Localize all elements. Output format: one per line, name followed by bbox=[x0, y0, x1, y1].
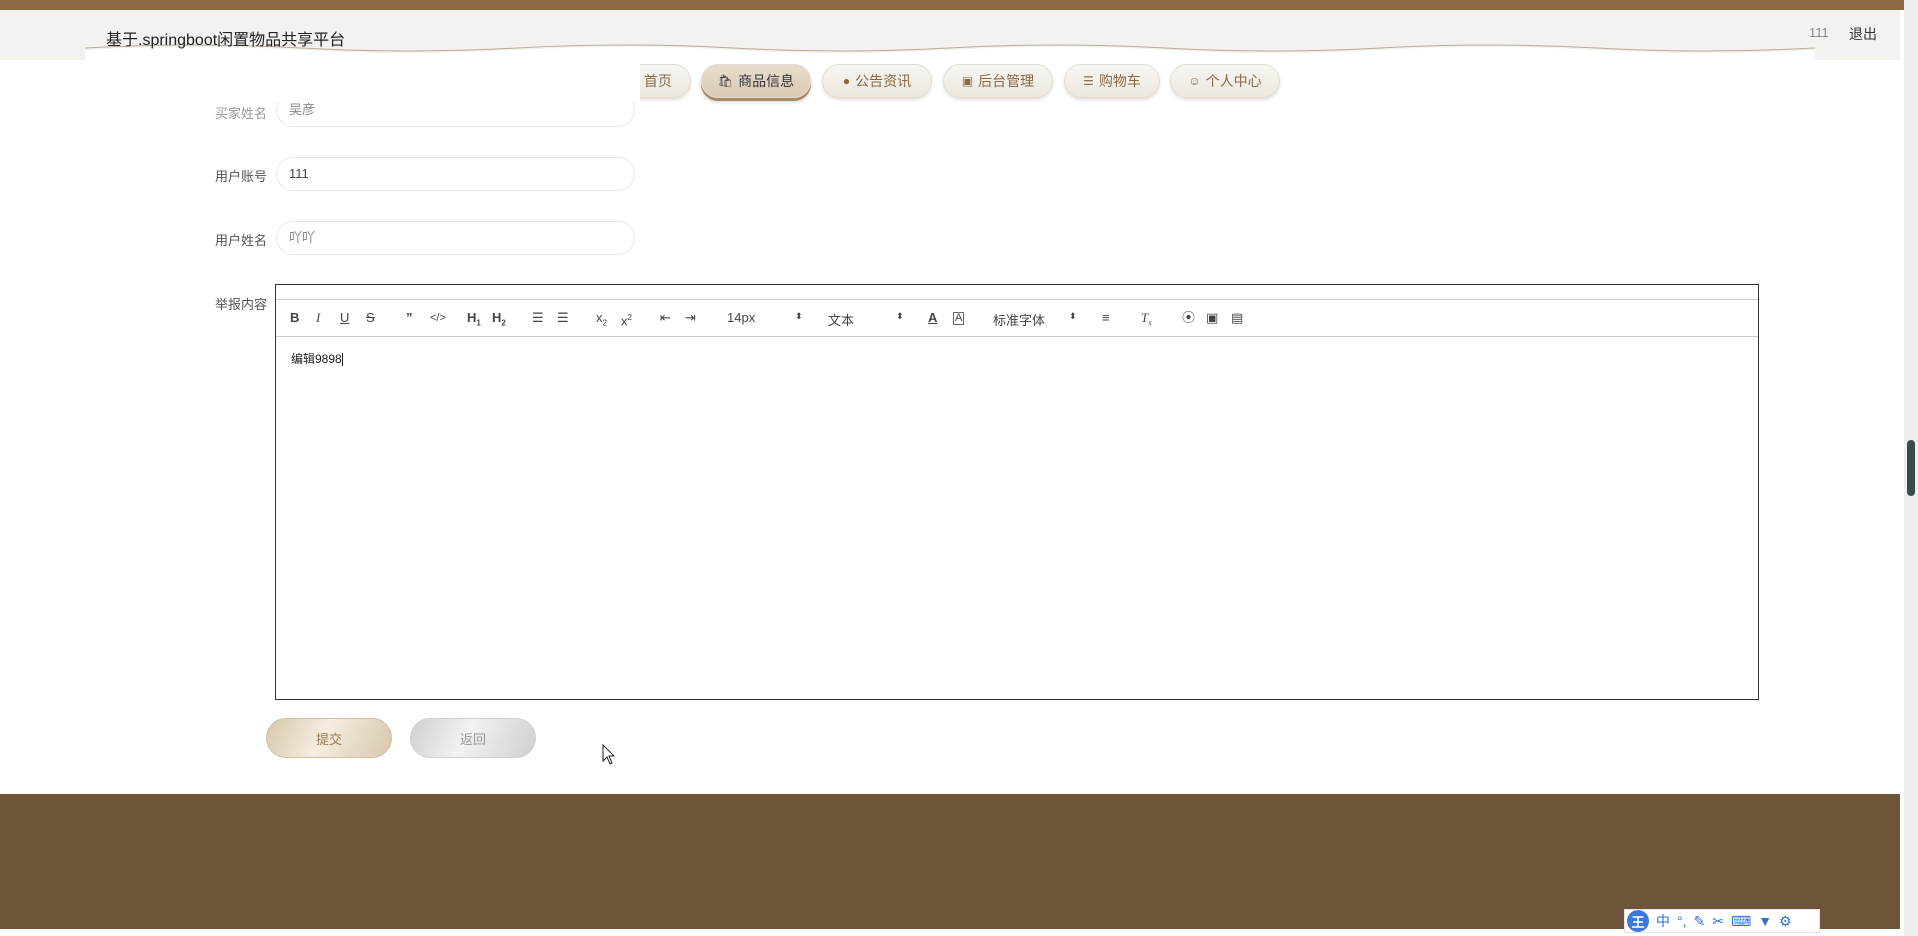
font-color-icon[interactable]: A bbox=[928, 310, 937, 326]
ordered-list-icon[interactable]: ☰ bbox=[532, 310, 544, 326]
current-user-name: 111 bbox=[1809, 25, 1829, 40]
editor-content-area[interactable]: 编辑9898 bbox=[291, 350, 343, 367]
submit-button[interactable]: 提交 bbox=[266, 718, 392, 758]
video-icon[interactable]: ▤ bbox=[1231, 310, 1243, 326]
back-button[interactable]: 返回 bbox=[410, 718, 536, 758]
vertical-scrollbar[interactable] bbox=[1904, 0, 1918, 936]
superscript-icon[interactable]: x2 bbox=[621, 310, 632, 329]
skin-icon[interactable]: ▼ bbox=[1758, 913, 1772, 929]
info-icon: ● bbox=[842, 74, 851, 88]
ime-mode-toggle[interactable]: 中 bbox=[1656, 911, 1670, 931]
code-icon[interactable]: </> bbox=[430, 310, 446, 326]
blockquote-icon[interactable]: ” bbox=[406, 310, 413, 326]
indent-icon[interactable]: ⇥ bbox=[685, 310, 696, 326]
h2-icon[interactable]: H2 bbox=[492, 310, 506, 332]
align-icon[interactable]: ≡ bbox=[1102, 310, 1110, 326]
nav-item-cart[interactable]: ☰ 购物车 bbox=[1064, 64, 1160, 98]
mouse-pointer-icon bbox=[602, 744, 616, 765]
font-size-value: 14px bbox=[727, 310, 756, 325]
nav-item-label: 首页 bbox=[643, 73, 672, 89]
bag-icon: 🛍︎ bbox=[717, 74, 734, 88]
name-label: 用户姓名 bbox=[214, 233, 267, 248]
nav-item-profile[interactable]: ☺ 个人中心 bbox=[1170, 64, 1280, 98]
link-icon[interactable]: ⦿ bbox=[1182, 310, 1195, 326]
editor-toolbar: B I U S ” </> H1 H2 ☰ ☰ x2 x2 ⇤ ⇥ 14px ⬍… bbox=[276, 299, 1758, 337]
select-arrow-icon: ⬍ bbox=[1069, 311, 1077, 321]
punctuation-icon[interactable]: °, bbox=[1677, 913, 1687, 929]
briefcase-icon: ▣ bbox=[961, 74, 974, 88]
h1-icon[interactable]: H1 bbox=[467, 310, 481, 332]
footer bbox=[0, 794, 1900, 929]
underline-icon[interactable]: U bbox=[340, 310, 349, 326]
font-family-select[interactable]: 标准字体 ⬍ bbox=[993, 310, 1077, 329]
header-select-value: 文本 bbox=[828, 313, 855, 328]
rich-text-editor: B I U S ” </> H1 H2 ☰ ☰ x2 x2 ⇤ ⇥ 14px ⬍… bbox=[275, 284, 1759, 700]
image-icon[interactable]: ▣ bbox=[1206, 310, 1218, 326]
select-arrow-icon: ⬍ bbox=[896, 311, 904, 321]
pen-icon[interactable]: ✎ bbox=[1694, 913, 1706, 930]
font-family-value: 标准字体 bbox=[993, 313, 1046, 328]
bullet-list-icon[interactable]: ☰ bbox=[557, 310, 569, 326]
scrollbar-thumb[interactable] bbox=[1907, 440, 1915, 496]
logout-link[interactable]: 退出 bbox=[1849, 24, 1877, 44]
nav-item-label: 个人中心 bbox=[1205, 73, 1262, 89]
text-caret bbox=[341, 353, 343, 367]
italic-icon[interactable]: I bbox=[316, 310, 320, 326]
settings-icon[interactable]: ⚙ bbox=[1779, 913, 1792, 930]
clear-format-icon[interactable]: Tx bbox=[1141, 310, 1152, 332]
user-icon: ☺ bbox=[1188, 74, 1201, 88]
background-color-icon[interactable]: A bbox=[953, 312, 965, 325]
site-title: 基于.springboot闲置物品共享平台 bbox=[106, 32, 346, 49]
strike-icon[interactable]: S bbox=[366, 310, 375, 326]
nav-item-admin[interactable]: ▣ 后台管理 bbox=[943, 64, 1053, 98]
nav-item-label: 后台管理 bbox=[978, 73, 1035, 89]
nav-item-label: 公告资讯 bbox=[855, 73, 912, 89]
ime-logo[interactable]: 王 bbox=[1627, 910, 1649, 932]
content-label: 举报内容 bbox=[214, 297, 267, 312]
name-input[interactable]: 吖吖 bbox=[276, 221, 635, 255]
nav-item-announcements[interactable]: ● 公告资讯 bbox=[822, 64, 932, 98]
scissors-icon[interactable]: ✂ bbox=[1712, 913, 1724, 930]
keyboard-icon[interactable]: ⌨ bbox=[1731, 913, 1751, 930]
buyer-name-label: 买家姓名 bbox=[214, 106, 267, 121]
account-label: 用户账号 bbox=[214, 169, 267, 184]
select-arrow-icon: ⬍ bbox=[795, 311, 803, 321]
bold-icon[interactable]: B bbox=[290, 310, 299, 326]
header-select[interactable]: 文本 ⬍ bbox=[828, 310, 904, 329]
ime-toolbar: 王 中 °, ✎ ✂ ⌨ ▼ ⚙ bbox=[1624, 909, 1820, 933]
top-accent-strip bbox=[0, 0, 1918, 10]
editor-content-text: 编辑9898 bbox=[291, 352, 342, 366]
nav-item-label: 购物车 bbox=[1098, 73, 1141, 89]
nav-item-label: 商品信息 bbox=[738, 73, 795, 89]
account-input[interactable]: 111 bbox=[276, 157, 635, 191]
outdent-icon[interactable]: ⇤ bbox=[660, 310, 671, 326]
font-size-select[interactable]: 14px ⬍ bbox=[727, 310, 803, 325]
subscript-icon[interactable]: x2 bbox=[596, 310, 607, 332]
scroll-clip-mask bbox=[160, 60, 640, 102]
nav-item-products[interactable]: 🛍︎ 商品信息 bbox=[701, 64, 811, 98]
cart-icon: ☰ bbox=[1083, 74, 1094, 88]
